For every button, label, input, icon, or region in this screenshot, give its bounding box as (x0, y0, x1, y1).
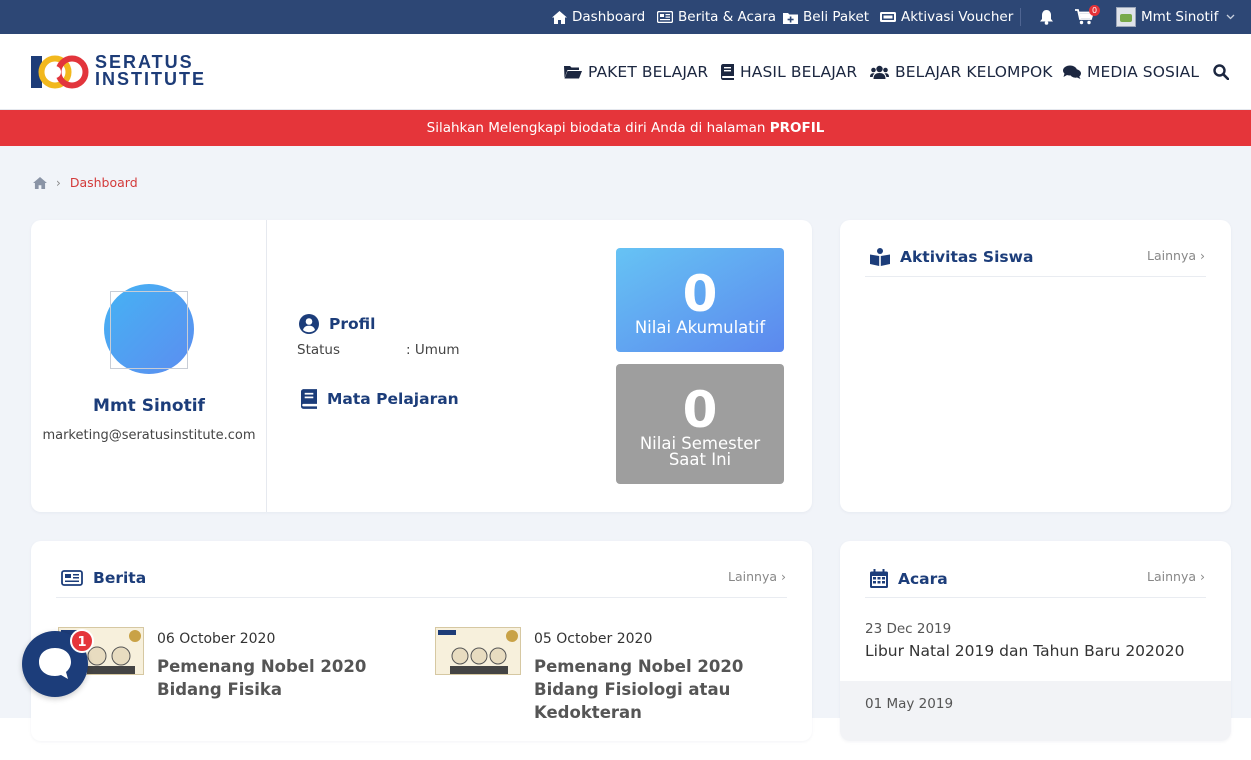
events-title-label: Acara (898, 569, 948, 588)
news-thumbnail-2[interactable] (435, 627, 521, 675)
topbar-voucher-link[interactable]: Aktivasi Voucher (880, 0, 1013, 34)
profile-name: Mmt Sinotif (93, 396, 205, 416)
bell-icon (1040, 10, 1053, 25)
newspaper-icon (657, 11, 673, 23)
news-more-link[interactable]: Lainnya › (728, 569, 786, 584)
event-title-1[interactable]: Libur Natal 2019 dan Tahun Baru 202020 (865, 642, 1185, 660)
nav-media-sosial[interactable]: MEDIA SOSIAL (1063, 34, 1199, 110)
chat-unread-badge: 1 (70, 629, 94, 653)
cumulative-score-label: Nilai Akumulatif (634, 318, 766, 337)
cart-count-badge: 0 (1089, 5, 1100, 16)
nav-label-media: MEDIA SOSIAL (1087, 63, 1200, 81)
nav-label-kelompok: BELAJAR KELOMPOK (895, 63, 1053, 81)
users-icon (870, 65, 889, 79)
news-date-1: 06 October 2020 (157, 631, 276, 647)
breadcrumb-current[interactable]: Dashboard (70, 175, 138, 190)
search-button[interactable] (1213, 34, 1229, 110)
alert-text: Silahkan Melengkapi biodata diri Anda di… (426, 120, 766, 136)
events-card: Acara Lainnya › 23 Dec 2019 Libur Natal … (840, 541, 1231, 741)
status-value: : Umum (406, 342, 460, 358)
topbar-buy-package-link[interactable]: Beli Paket (783, 0, 869, 34)
profile-email: marketing@seratusinstitute.com (42, 428, 256, 443)
news-title-label: Berita (93, 569, 147, 587)
top-bar: Dashboard Berita & Acara Beli Paket Akti… (0, 0, 1251, 34)
profile-divider (266, 220, 267, 512)
topbar-dashboard-link[interactable]: Dashboard (552, 0, 645, 34)
profile-card: Mmt Sinotif marketing@seratusinstitute.c… (31, 220, 812, 512)
nav-belajar-kelompok[interactable]: BELAJAR KELOMPOK (870, 34, 1053, 110)
topbar-news-label: Berita & Acara (678, 9, 777, 25)
news-card: Berita Lainnya › 06 October 2020 Pemenan… (31, 541, 812, 741)
news-date-2: 05 October 2020 (534, 631, 653, 647)
activity-more-link[interactable]: Lainnya › (1147, 248, 1205, 263)
news-headline-1[interactable]: Pemenang Nobel 2020 Bidang Fisika (157, 655, 407, 701)
topbar-voucher-label: Aktivasi Voucher (901, 9, 1014, 25)
book-icon (721, 64, 734, 80)
seratus-logo[interactable]: SERATUS INSTITUTE (31, 53, 204, 93)
event-date-1: 23 Dec 2019 (865, 621, 952, 637)
alert-profile-link[interactable]: PROFIL (770, 120, 825, 136)
notification-button[interactable] (1039, 0, 1054, 34)
activity-title-label: Aktivitas Siswa (900, 248, 1034, 266)
home-icon[interactable] (33, 176, 47, 189)
user-name: Mmt Sinotif (1141, 9, 1219, 25)
newspaper-icon (61, 570, 83, 586)
news-title: Berita (61, 569, 146, 587)
event-date-2: 01 May 2019 (865, 696, 954, 712)
nobel-medicine-thumbnail (436, 628, 520, 674)
search-icon (1213, 64, 1229, 80)
profile-avatar-frame (110, 291, 188, 369)
status-label: Status (297, 342, 341, 358)
activity-title: Aktivitas Siswa (870, 248, 1033, 266)
news-divider (56, 597, 787, 598)
nav-hasil-belajar[interactable]: HASIL BELAJAR (721, 34, 857, 110)
student-activity-card: Aktivitas Siswa Lainnya › (840, 220, 1231, 512)
events-title: Acara (870, 569, 948, 588)
nav-paket-belajar[interactable]: PAKET BELAJAR (564, 34, 708, 110)
events-divider (865, 597, 1206, 598)
topbar-divider (1020, 8, 1021, 26)
topbar-news-link[interactable]: Berita & Acara (657, 0, 776, 34)
folder-open-icon (564, 66, 582, 79)
nav-label-hasil: HASIL BELAJAR (740, 63, 858, 81)
subjects-section-label: Mata Pelajaran (327, 390, 459, 408)
cumulative-score-tile: 0 Nilai Akumulatif (616, 248, 784, 352)
user-menu[interactable]: Mmt Sinotif (1116, 0, 1235, 34)
add-package-icon (783, 12, 798, 24)
semester-score-label-line-2: Saat Ini (668, 450, 732, 469)
topbar-buy-package-label: Beli Paket (803, 9, 870, 25)
topbar-dashboard-label: Dashboard (572, 9, 646, 25)
activity-divider (865, 276, 1206, 277)
logo-text: SERATUS INSTITUTE (95, 53, 206, 89)
news-headline-2[interactable]: Pemenang Nobel 2020 Bidang Fisiologi ata… (534, 655, 784, 724)
logo-mark (31, 55, 89, 89)
reading-icon (870, 248, 890, 266)
breadcrumb-separator: › (56, 175, 61, 190)
subjects-section-title[interactable]: Mata Pelajaran (301, 389, 459, 409)
chevron-down-icon (1226, 14, 1235, 20)
profile-section-label: Profil (329, 315, 376, 333)
calendar-icon (870, 569, 888, 588)
breadcrumb: › Dashboard (33, 175, 138, 190)
nav-label-paket: PAKET BELAJAR (588, 63, 709, 81)
events-more-link[interactable]: Lainnya › (1147, 569, 1205, 584)
logo-line-2: INSTITUTE (95, 69, 206, 89)
book-icon (301, 389, 317, 409)
semester-score-tile: 0 Nilai Semester Saat Ini (616, 364, 784, 484)
user-circle-icon (299, 314, 319, 334)
profile-alert-banner: Silahkan Melengkapi biodata diri Anda di… (0, 110, 1251, 146)
cumulative-score-value: 0 (682, 265, 718, 323)
profile-section-title[interactable]: Profil (299, 314, 375, 334)
main-header: SERATUS INSTITUTE PAKET BELAJAR HASIL BE… (0, 34, 1251, 110)
user-avatar (1116, 7, 1136, 27)
comments-icon (1063, 65, 1081, 79)
semester-score-value: 0 (682, 381, 718, 439)
home-icon (552, 10, 567, 24)
voucher-icon (880, 12, 896, 22)
